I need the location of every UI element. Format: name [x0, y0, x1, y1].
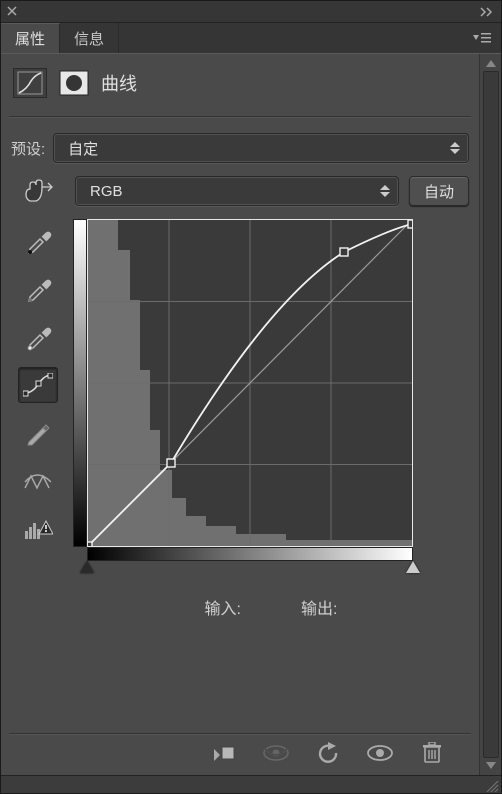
- curve-tool-column: [11, 219, 65, 627]
- eyedropper-white-icon[interactable]: [18, 319, 58, 355]
- curve-area: 输入: 输出:: [73, 219, 469, 627]
- clip-warning-icon[interactable]: [18, 511, 58, 547]
- caret-icon: [450, 142, 460, 154]
- tab-bar: 属性 信息: [1, 23, 501, 53]
- eyedropper-black-icon[interactable]: [18, 223, 58, 259]
- adjustment-title: 曲线: [101, 70, 137, 96]
- io-readout: 输入: 输出:: [73, 577, 469, 627]
- channel-row: RGB 自动: [9, 173, 471, 209]
- curve-canvas[interactable]: [87, 219, 413, 547]
- output-label: 输出:: [301, 595, 337, 619]
- preset-value: 自定: [68, 138, 98, 159]
- smooth-curve-icon[interactable]: [18, 463, 58, 499]
- visibility-icon[interactable]: [365, 740, 395, 766]
- curve-point-icon[interactable]: [18, 367, 58, 403]
- channel-dropdown[interactable]: RGB: [75, 176, 399, 206]
- scrollbar-track[interactable]: [483, 71, 499, 758]
- caret-icon: [380, 185, 390, 197]
- close-icon[interactable]: [7, 5, 17, 18]
- output-gradient: [73, 219, 87, 547]
- reset-icon[interactable]: [313, 740, 343, 766]
- preset-label: 预设:: [11, 138, 45, 159]
- scroll-up-icon[interactable]: [486, 60, 496, 67]
- hand-target-icon[interactable]: [18, 173, 58, 209]
- input-sliders: [87, 561, 413, 577]
- panel-chrome-bar: [1, 1, 501, 23]
- collapse-icon[interactable]: [479, 6, 495, 18]
- tab-properties[interactable]: 属性: [1, 23, 60, 53]
- clip-to-layer-icon[interactable]: [209, 740, 239, 766]
- divider: [9, 116, 471, 117]
- input-label: 输入:: [205, 595, 241, 619]
- adjustment-header: 曲线: [9, 64, 471, 106]
- panel-menu-icon[interactable]: [469, 23, 495, 53]
- trash-icon[interactable]: [417, 740, 447, 766]
- curves-adjustment-icon[interactable]: [13, 68, 47, 98]
- white-point-slider[interactable]: [406, 561, 420, 573]
- scroll-down-icon[interactable]: [486, 762, 496, 769]
- resize-grip[interactable]: [1, 775, 501, 793]
- preset-dropdown[interactable]: 自定: [53, 133, 469, 163]
- channel-value: RGB: [90, 183, 123, 200]
- panel-footer: [9, 733, 471, 771]
- pencil-icon[interactable]: [18, 415, 58, 451]
- preset-row: 预设: 自定: [9, 127, 471, 163]
- auto-button[interactable]: 自动: [409, 176, 469, 206]
- layer-mask-icon[interactable]: [57, 68, 91, 98]
- black-point-slider[interactable]: [80, 561, 94, 573]
- input-gradient: [87, 547, 413, 561]
- tab-info[interactable]: 信息: [60, 23, 119, 53]
- view-previous-icon[interactable]: [261, 740, 291, 766]
- vertical-scrollbar[interactable]: [479, 54, 501, 775]
- eyedropper-gray-icon[interactable]: [18, 271, 58, 307]
